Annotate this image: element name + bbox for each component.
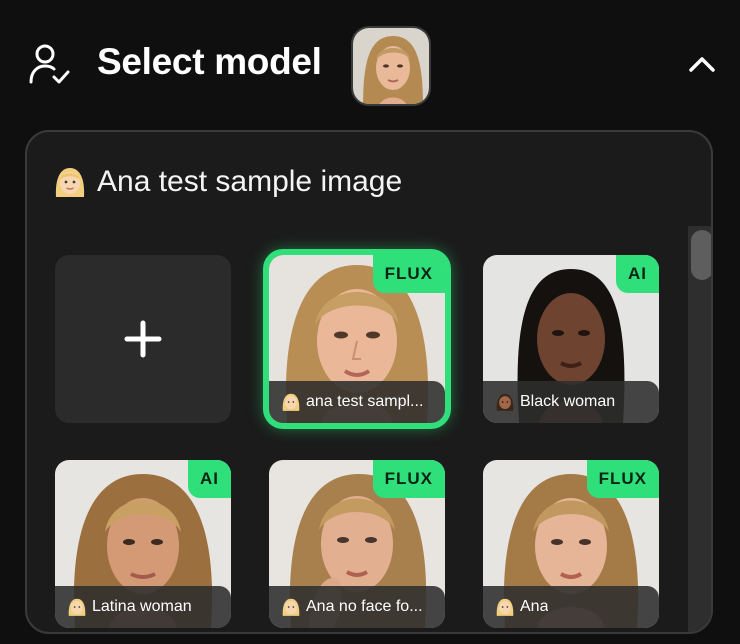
model-name-label: Ana [483, 586, 659, 628]
woman-blond-hair-emoji [281, 597, 301, 617]
model-list-panel: Ana test sample image FLUX ana test samp… [25, 130, 713, 634]
header-title: Select model [97, 41, 322, 82]
model-name-label: Black woman [483, 381, 659, 423]
woman-medium-dark-skin-emoji [495, 392, 515, 412]
woman-blond-hair-emoji [67, 597, 87, 617]
model-name-text: Ana no face fo... [306, 598, 423, 615]
scrollbar-track[interactable] [688, 226, 711, 632]
panel-heading: Ana test sample image [53, 162, 402, 202]
model-card-ana-no-face[interactable]: FLUX Ana no face fo... [269, 460, 445, 628]
model-type-badge: FLUX [586, 460, 659, 498]
panel-heading-text: Ana test sample image [97, 165, 403, 198]
model-name-text: ana test sampl... [306, 393, 424, 410]
model-name-text: Latina woman [92, 598, 192, 615]
model-type-badge: AI [188, 460, 231, 498]
model-type-badge: FLUX [372, 460, 445, 498]
model-card-latina-woman[interactable]: AI Latina woman [55, 460, 231, 628]
model-type-badge: FLUX [372, 255, 445, 293]
woman-blond-hair-emoji [495, 597, 515, 617]
model-card-ana-test-sample[interactable]: FLUX ana test sampl... [263, 249, 451, 429]
add-model-button[interactable] [55, 255, 231, 423]
model-card-ana[interactable]: FLUX Ana [483, 460, 659, 628]
user-check-icon [29, 44, 70, 84]
model-name-label: Latina woman [55, 586, 231, 628]
plus-icon [124, 320, 162, 358]
woman-blond-hair-emoji [53, 165, 87, 199]
collapse-button[interactable] [682, 44, 722, 84]
model-selector-header[interactable]: Select model [0, 0, 740, 125]
scrollbar-thumb[interactable] [691, 230, 711, 280]
model-name-text: Ana [520, 598, 549, 615]
model-name-text: Black woman [520, 393, 616, 410]
woman-blond-hair-emoji [281, 392, 301, 412]
model-name-label: Ana no face fo... [269, 586, 445, 628]
chevron-up-icon [689, 57, 715, 72]
model-name-label: ana test sampl... [269, 381, 445, 423]
model-card-black-woman[interactable]: AI Black woman [483, 255, 659, 423]
selected-model-avatar [351, 26, 431, 106]
model-type-badge: AI [616, 255, 659, 293]
